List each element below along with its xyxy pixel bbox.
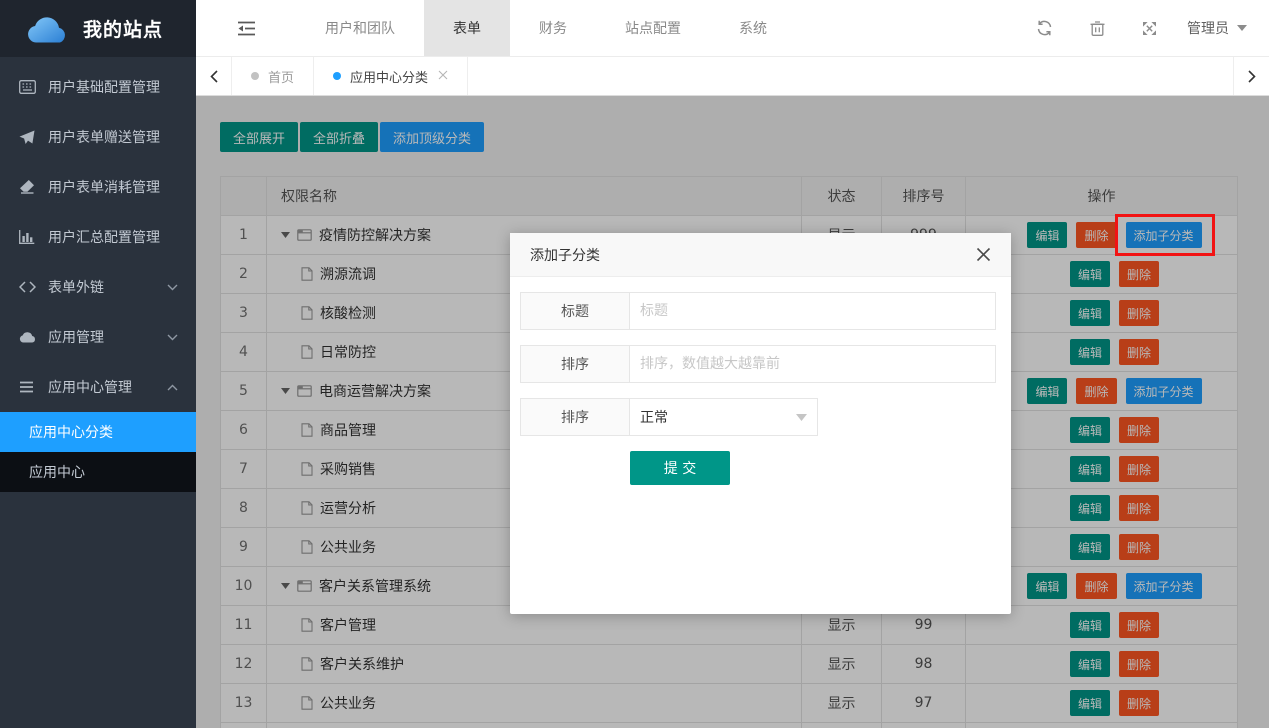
topnav-item[interactable]: 站点配置 bbox=[596, 0, 710, 56]
logo: 我的站点 bbox=[0, 0, 196, 57]
submit-button[interactable]: 提 交 bbox=[630, 451, 730, 485]
bar-chart-icon bbox=[19, 230, 39, 244]
admin-label: 管理员 bbox=[1187, 18, 1229, 38]
tab-dot bbox=[251, 72, 259, 80]
sidebar-item[interactable]: 应用管理 bbox=[0, 312, 196, 362]
topnav-item[interactable]: 表单 bbox=[424, 0, 510, 56]
admin-menu[interactable]: 管理员 bbox=[1187, 0, 1247, 56]
send-icon bbox=[19, 130, 39, 145]
chevron-left-icon bbox=[210, 70, 218, 83]
field-label: 排序 bbox=[520, 398, 630, 436]
topnav-item[interactable]: 系统 bbox=[710, 0, 796, 56]
field-label: 排序 bbox=[520, 345, 630, 383]
form-row: 标题 bbox=[520, 292, 997, 330]
sidebar-item[interactable]: 应用中心管理 bbox=[0, 362, 196, 412]
eraser-icon bbox=[19, 180, 39, 194]
topnav-item[interactable]: 财务 bbox=[510, 0, 596, 56]
tabs-scroll-left-button[interactable] bbox=[196, 57, 232, 95]
modal-body: 标题排序排序正常提 交 bbox=[510, 277, 1011, 485]
sidebar-item-label: 用户表单消耗管理 bbox=[48, 177, 160, 197]
list-icon bbox=[19, 381, 39, 393]
chevron-up-icon bbox=[167, 384, 178, 391]
text-field[interactable] bbox=[630, 292, 996, 330]
caret-down-icon bbox=[1237, 25, 1247, 31]
field-label: 标题 bbox=[520, 292, 630, 330]
sidebar: 我的站点 用户基础配置管理用户表单赠送管理用户表单消耗管理用户汇总配置管理表单外… bbox=[0, 0, 196, 728]
tabs: 首页 应用中心分类 bbox=[232, 57, 468, 95]
topbar-icons bbox=[1036, 0, 1157, 56]
select-caret-icon bbox=[796, 414, 807, 421]
sidebar-menu: 用户基础配置管理用户表单赠送管理用户表单消耗管理用户汇总配置管理表单外链应用管理… bbox=[0, 57, 196, 492]
site-title: 我的站点 bbox=[83, 15, 163, 42]
form-row: 排序正常 bbox=[520, 398, 997, 436]
sidebar-item-label: 应用管理 bbox=[48, 327, 104, 347]
refresh-icon[interactable] bbox=[1036, 20, 1053, 36]
form-row: 排序 bbox=[520, 345, 997, 383]
cloud-logo-icon bbox=[24, 14, 70, 44]
sidebar-item[interactable]: 用户基础配置管理 bbox=[0, 62, 196, 112]
tab-item[interactable]: 首页 bbox=[232, 57, 314, 95]
tabs-scroll-right-button[interactable] bbox=[1233, 57, 1269, 95]
sidebar-item-label: 用户表单赠送管理 bbox=[48, 127, 160, 147]
tabbar: 首页 应用中心分类 bbox=[196, 57, 1269, 96]
modal-title: 添加子分类 bbox=[530, 245, 600, 265]
sidebar-item-label: 用户基础配置管理 bbox=[48, 77, 160, 97]
tab-label: 应用中心分类 bbox=[350, 67, 428, 86]
status-select[interactable]: 正常 bbox=[630, 398, 818, 436]
sidebar-item-label: 应用中心管理 bbox=[48, 377, 132, 397]
sidebar-item[interactable]: 用户表单赠送管理 bbox=[0, 112, 196, 162]
add-subcategory-modal: 添加子分类 标题排序排序正常提 交 bbox=[510, 233, 1011, 614]
chevron-down-icon bbox=[167, 334, 178, 341]
tab-active[interactable]: 应用中心分类 bbox=[314, 57, 468, 95]
menu-fold-icon bbox=[237, 21, 256, 36]
tab-dot bbox=[333, 72, 341, 80]
trash-icon[interactable] bbox=[1090, 20, 1105, 36]
chevron-down-icon bbox=[167, 284, 178, 291]
sidebar-item[interactable]: 表单外链 bbox=[0, 262, 196, 312]
sidebar-item[interactable]: 用户表单消耗管理 bbox=[0, 162, 196, 212]
sidebar-subitem[interactable]: 应用中心分类 bbox=[0, 412, 196, 452]
close-icon[interactable] bbox=[976, 245, 991, 265]
select-value: 正常 bbox=[640, 407, 668, 427]
modal-header: 添加子分类 bbox=[510, 233, 1011, 277]
menu-fold-button[interactable] bbox=[196, 0, 296, 56]
topbar: 用户和团队表单财务站点配置系统 管理员 bbox=[196, 0, 1269, 57]
sidebar-subitem[interactable]: 应用中心 bbox=[0, 452, 196, 492]
tab-close-icon[interactable] bbox=[438, 68, 448, 84]
sidebar-item-label: 表单外链 bbox=[48, 277, 104, 297]
sidebar-item-label: 用户汇总配置管理 bbox=[48, 227, 160, 247]
keyboard-icon bbox=[19, 80, 39, 94]
chevron-right-icon bbox=[1248, 70, 1256, 83]
cloud-icon bbox=[19, 331, 39, 343]
sidebar-item[interactable]: 用户汇总配置管理 bbox=[0, 212, 196, 262]
tab-label: 首页 bbox=[268, 67, 294, 86]
topnav-items: 用户和团队表单财务站点配置系统 bbox=[296, 0, 796, 56]
link-icon bbox=[19, 281, 39, 293]
sidebar-submenu: 应用中心分类应用中心 bbox=[0, 412, 196, 492]
text-field[interactable] bbox=[630, 345, 996, 383]
topnav-item[interactable]: 用户和团队 bbox=[296, 0, 424, 56]
fullscreen-icon[interactable] bbox=[1142, 21, 1157, 36]
